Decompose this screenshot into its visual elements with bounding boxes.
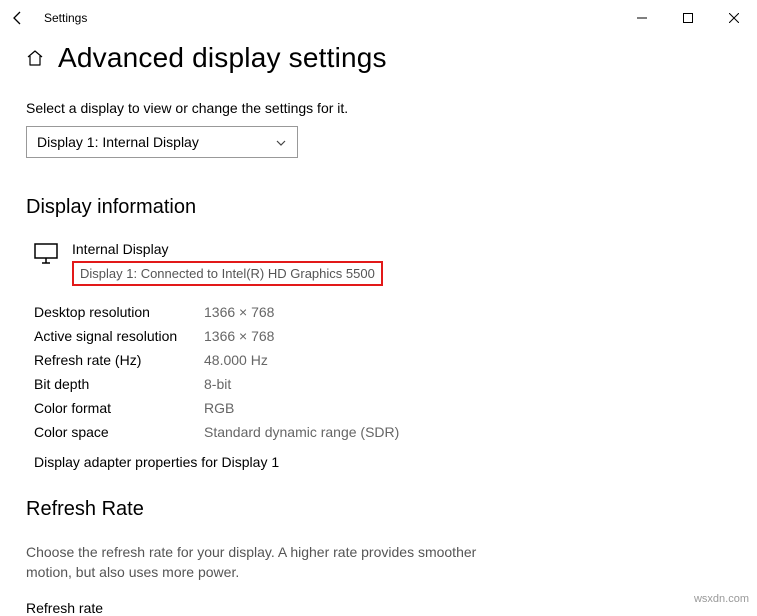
info-label: Bit depth — [34, 376, 204, 392]
refresh-rate-description: Choose the refresh rate for your display… — [26, 543, 486, 582]
home-icon[interactable] — [26, 49, 44, 67]
monitor-icon — [34, 243, 58, 265]
minimize-button[interactable] — [619, 2, 665, 34]
close-button[interactable] — [711, 2, 757, 34]
info-value: 8-bit — [204, 376, 231, 392]
page-title: Advanced display settings — [58, 42, 387, 74]
table-row: Active signal resolution1366 × 768 — [34, 324, 731, 348]
display-info-table: Desktop resolution1366 × 768 Active sign… — [34, 300, 731, 444]
display-connection: Display 1: Connected to Intel(R) HD Grap… — [72, 261, 383, 286]
titlebar: Settings — [0, 0, 757, 36]
refresh-rate-label: Refresh rate — [26, 600, 731, 616]
info-value: Standard dynamic range (SDR) — [204, 424, 399, 440]
refresh-rate-heading: Refresh Rate — [26, 498, 731, 521]
maximize-button[interactable] — [665, 2, 711, 34]
back-button[interactable] — [8, 8, 28, 28]
info-label: Color space — [34, 424, 204, 440]
content-area: Advanced display settings Select a displ… — [0, 36, 757, 616]
table-row: Desktop resolution1366 × 768 — [34, 300, 731, 324]
display-info-heading: Display information — [26, 196, 731, 219]
info-label: Color format — [34, 400, 204, 416]
info-label: Refresh rate (Hz) — [34, 352, 204, 368]
display-name: Internal Display — [72, 241, 383, 257]
watermark: wsxdn.com — [694, 593, 749, 605]
header-row: Advanced display settings — [26, 42, 731, 74]
table-row: Refresh rate (Hz)48.000 Hz — [34, 348, 731, 372]
info-value: 48.000 Hz — [204, 352, 268, 368]
window-controls — [619, 2, 757, 34]
table-row: Color formatRGB — [34, 396, 731, 420]
info-value: 1366 × 768 — [204, 304, 274, 320]
table-row: Bit depth8-bit — [34, 372, 731, 396]
info-value: 1366 × 768 — [204, 328, 274, 344]
display-selector[interactable]: Display 1: Internal Display — [26, 126, 298, 158]
selector-instruction: Select a display to view or change the s… — [26, 100, 731, 116]
adapter-properties-link[interactable]: Display adapter properties for Display 1 — [34, 454, 279, 470]
info-value: RGB — [204, 400, 234, 416]
window-title: Settings — [44, 11, 87, 25]
info-label: Active signal resolution — [34, 328, 204, 344]
info-label: Desktop resolution — [34, 304, 204, 320]
display-selector-value: Display 1: Internal Display — [37, 134, 199, 150]
chevron-down-icon — [275, 136, 287, 148]
titlebar-left: Settings — [8, 8, 87, 28]
display-card-text: Internal Display Display 1: Connected to… — [72, 241, 383, 286]
display-card: Internal Display Display 1: Connected to… — [34, 241, 731, 286]
table-row: Color spaceStandard dynamic range (SDR) — [34, 420, 731, 444]
